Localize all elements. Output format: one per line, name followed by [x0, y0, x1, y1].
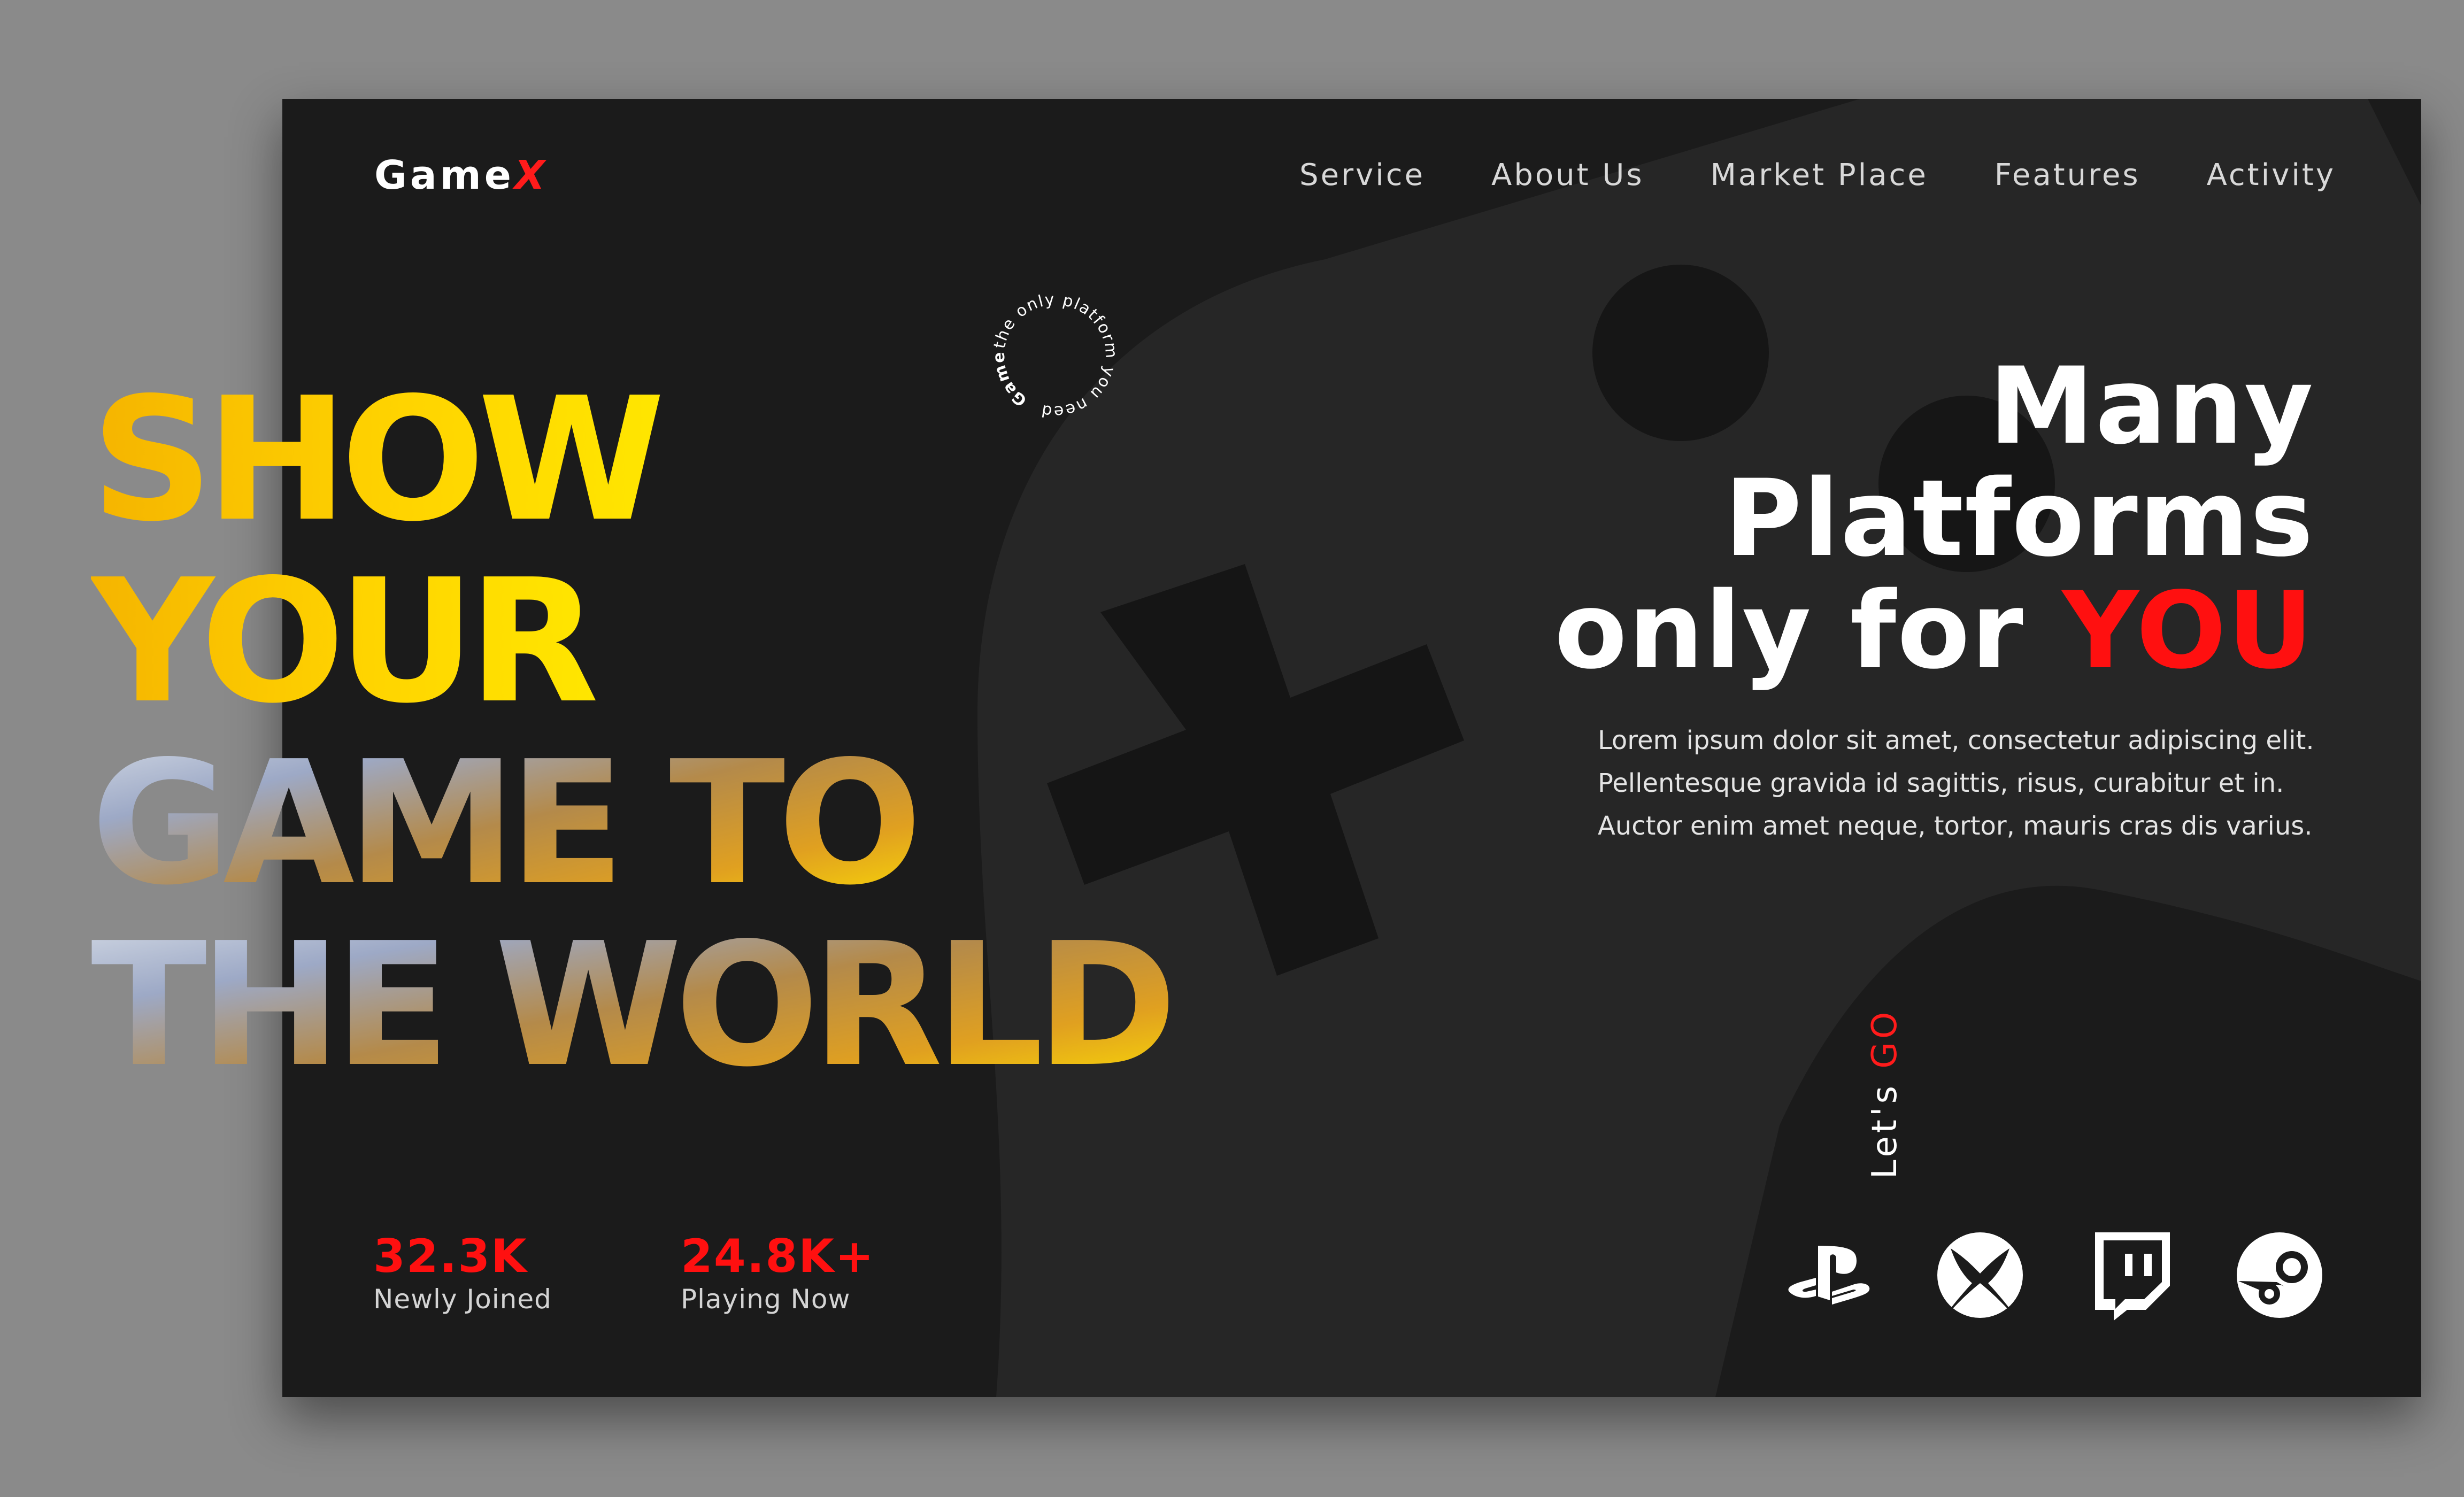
tagline-line-2: Platforms — [1724, 457, 2314, 580]
stat-label: Playing Now — [681, 1284, 851, 1315]
logo-text: Game — [374, 152, 514, 198]
hero-line-2: YOUR — [91, 543, 596, 740]
tagline-line-1: Many — [1989, 344, 2314, 468]
steam-icon[interactable] — [2234, 1230, 2325, 1321]
nav-item-features[interactable]: Features — [1995, 158, 2140, 192]
lets-go-link[interactable]: Let's GO — [1865, 1008, 1908, 1179]
playstation-icon[interactable] — [1785, 1230, 1876, 1321]
tagline-highlight: YOU — [2062, 569, 2314, 692]
tagline-line-3-prefix: only for — [1554, 569, 2062, 692]
hero-headline: SHOW YOUR GAME TO THE WORLD — [91, 361, 1177, 1096]
stat-value: 24.8K+ — [681, 1230, 875, 1283]
hero-line-1: SHOW — [91, 361, 661, 559]
twitch-icon[interactable] — [2084, 1230, 2175, 1321]
hero-line-4: THE WORLD — [91, 906, 1170, 1096]
logo-accent-letter: X — [514, 152, 549, 198]
main-nav: Service About Us Market Place Features A… — [1299, 158, 2336, 192]
nav-item-activity[interactable]: Activity — [2207, 158, 2336, 192]
stat-newly-joined: 32.3K Newly Joined — [373, 1230, 552, 1315]
nav-item-market-place[interactable]: Market Place — [1711, 158, 1928, 192]
hero-line-3: GAME TO — [91, 724, 916, 922]
tagline-description: Lorem ipsum dolor sit amet, consectetur … — [1598, 726, 2314, 841]
stat-playing-now: 24.8K+ Playing Now — [681, 1230, 875, 1315]
nav-item-service[interactable]: Service — [1299, 158, 1425, 192]
stat-label: Newly Joined — [373, 1284, 552, 1315]
lets-go-text: Let's — [1865, 1068, 1905, 1179]
nav-item-about-us[interactable]: About Us — [1491, 158, 1644, 192]
lets-go-accent: GO — [1865, 1008, 1905, 1069]
stat-value: 32.3K — [373, 1230, 528, 1283]
xbox-icon[interactable] — [1935, 1230, 2026, 1321]
tagline-heading: Many Platforms only for YOU — [1554, 350, 2314, 687]
logo[interactable]: GameX — [374, 152, 548, 198]
